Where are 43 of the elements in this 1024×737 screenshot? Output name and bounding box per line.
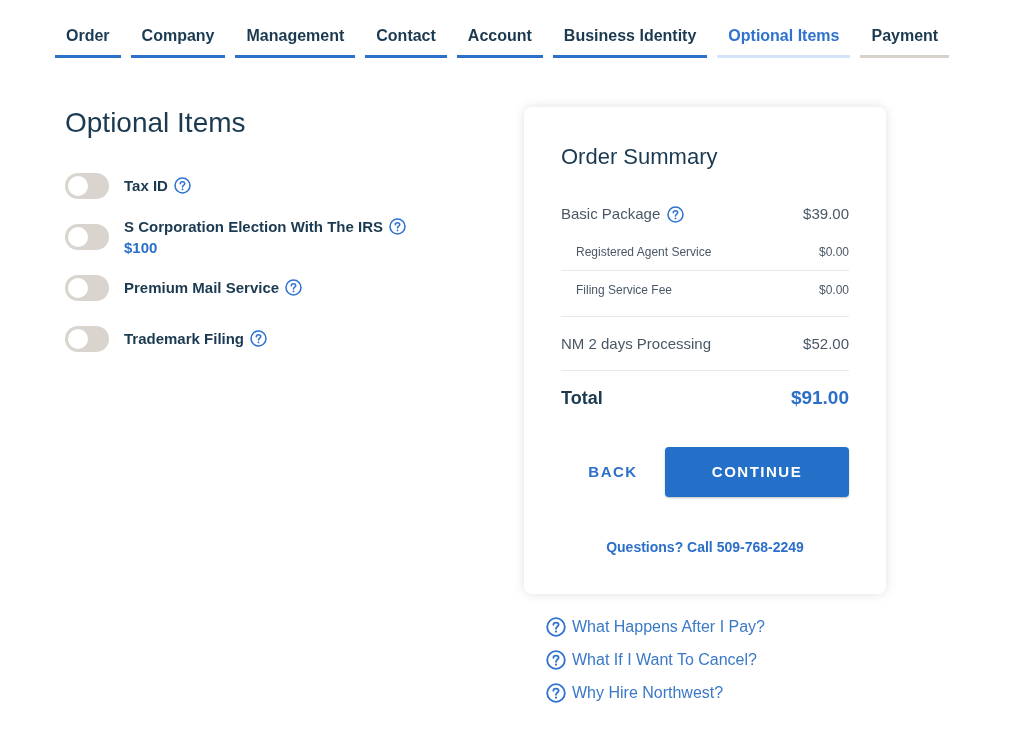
page-heading: Optional Items	[65, 107, 246, 139]
step-tab[interactable]: Contact	[365, 18, 447, 58]
step-tab[interactable]: Order	[55, 18, 121, 58]
option-label: Tax ID	[124, 176, 168, 196]
toggle-switch[interactable]	[65, 274, 109, 301]
toggle-switch[interactable]	[65, 172, 109, 199]
order-summary-title: Order Summary	[561, 143, 718, 171]
summary-item-amount: $0.00	[818, 243, 849, 260]
step-tab[interactable]: Account	[456, 18, 543, 58]
step-tab[interactable]: Management	[235, 18, 356, 58]
help-icon[interactable]	[546, 617, 566, 637]
total-label: Total	[561, 387, 603, 409]
option-price: $100	[124, 237, 158, 258]
toggle-switch[interactable]	[65, 325, 109, 352]
faq-link[interactable]: What If I Want To Cancel?	[572, 650, 757, 670]
help-icon[interactable]	[546, 683, 566, 703]
total-amount: $91.00	[790, 387, 849, 409]
faq-link[interactable]: Why Hire Northwest?	[572, 683, 724, 703]
summary-item-label: Registered Agent Service	[576, 243, 712, 260]
help-icon[interactable]	[173, 177, 191, 194]
back-button[interactable]: BACK	[561, 447, 665, 497]
summary-item-amount: $0.00	[818, 281, 849, 298]
summary-item-label: Basic Package	[561, 204, 661, 224]
help-icon[interactable]	[389, 217, 407, 235]
toggle-switch[interactable]	[65, 223, 109, 250]
faq-link[interactable]: What Happens After I Pay?	[572, 617, 765, 637]
help-icon[interactable]	[667, 205, 685, 223]
step-tab[interactable]: Payment	[860, 18, 950, 58]
step-tab[interactable]: Company	[130, 18, 226, 58]
summary-item-label: NM 2 days Processing	[561, 333, 712, 354]
step-tab[interactable]: Business Identity	[552, 18, 708, 58]
option-label: S Corporation Election With The IRS	[124, 216, 384, 237]
summary-item-amount: $39.00	[803, 204, 849, 224]
help-icon[interactable]	[250, 330, 268, 347]
step-tab[interactable]: Optional Items	[717, 18, 851, 58]
option-label: Premium Mail Service	[124, 278, 280, 298]
help-icon[interactable]	[285, 279, 303, 296]
phone-link[interactable]: Questions? Call 509-768-2249	[606, 538, 804, 556]
summary-item-amount: $52.00	[803, 333, 849, 354]
option-label: Trademark Filing	[124, 329, 245, 349]
continue-button[interactable]: CONTINUE	[665, 447, 849, 497]
summary-item-label: Filing Service Fee	[576, 281, 673, 298]
help-icon[interactable]	[546, 650, 566, 670]
